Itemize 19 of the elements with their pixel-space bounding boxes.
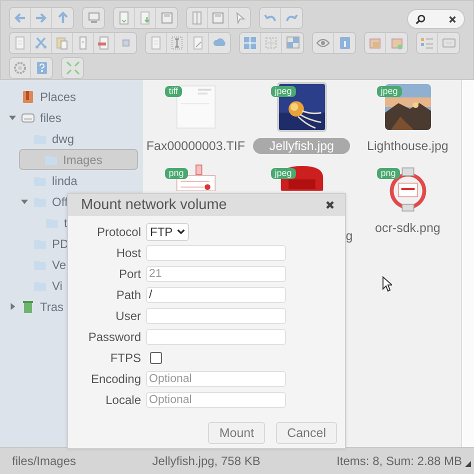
field-label: FTPS xyxy=(109,350,141,364)
file-type-badge: jpeg xyxy=(376,86,402,97)
field-label: Path xyxy=(115,288,141,302)
file-type-badge: jpeg xyxy=(270,86,296,97)
status-selection: Jellyfish.jpg, 758 KB xyxy=(152,454,260,468)
field-label: Protocol xyxy=(96,224,141,238)
file-type-badge: tiff xyxy=(164,86,182,97)
file-type-badge: png xyxy=(164,168,188,179)
field-label: Encoding xyxy=(90,372,141,386)
file-type-badge: jpeg xyxy=(270,168,296,179)
field-label: User xyxy=(114,308,141,322)
field-label: Locale xyxy=(104,392,141,406)
status-path: files/Images xyxy=(12,454,76,468)
file-type-badge: png xyxy=(376,168,400,179)
field-label: Port xyxy=(118,266,141,280)
field-label: Host xyxy=(115,246,141,260)
status-summary: Items: 8, Sum: 2.88 MB xyxy=(336,454,462,468)
dialog-title: Mount network volume xyxy=(81,197,227,213)
field-label: Password xyxy=(87,330,141,344)
